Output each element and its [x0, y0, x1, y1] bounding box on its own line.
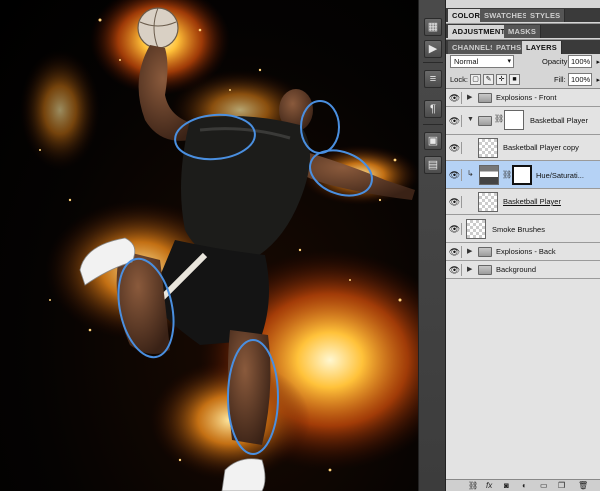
layer-mask-thumbnail[interactable] — [504, 110, 524, 130]
layer-row[interactable]: 👁 ▶ Explosions - Front — [446, 89, 600, 107]
layer-thumbnail[interactable] — [478, 192, 498, 212]
blend-mode-select[interactable]: Normal ▾ — [450, 55, 514, 68]
layer-name: Basketball Player copy — [503, 143, 579, 152]
clipping-arrow-icon: ↳ — [467, 169, 474, 178]
panel-dock-toolstrip: ▦ ▶ ≡ ¶ ▣ ▤ — [418, 0, 446, 491]
chain-icon: ⛓ — [494, 114, 505, 123]
eye-icon[interactable]: 👁 — [448, 169, 462, 181]
eye-icon[interactable]: 👁 — [448, 196, 462, 208]
eye-icon[interactable]: 👁 — [448, 142, 462, 154]
navigator-icon[interactable]: ▣ — [424, 132, 442, 150]
chain-icon: ⛓ — [502, 170, 513, 179]
artwork — [20, 0, 418, 491]
layer-name: Explosions - Front — [496, 93, 557, 102]
history-icon[interactable]: ≡ — [424, 70, 442, 88]
opacity-field[interactable]: 100% ▸ — [568, 55, 600, 68]
layer-thumbnail[interactable] — [478, 138, 498, 158]
link-layers-icon[interactable]: ⛓ — [468, 480, 478, 491]
color-panel-tabs: COLOR SWATCHES STYLES — [446, 8, 600, 22]
layer-name: Basketball Player — [503, 197, 561, 206]
expand-triangle-icon[interactable]: ▶ — [467, 93, 472, 101]
paragraph-icon[interactable]: ¶ — [424, 100, 442, 118]
collapse-triangle-icon[interactable]: ▼ — [467, 116, 474, 123]
layer-row[interactable]: 👁 ▼ ⛓ Basketball Player — [446, 107, 600, 135]
layer-row[interactable]: 👁 Smoke Brushes — [446, 215, 600, 243]
new-group-icon[interactable]: ▭ — [540, 480, 548, 491]
lock-transparent-icon[interactable]: ▢ — [470, 74, 481, 85]
tab-swatches[interactable]: SWATCHES — [480, 9, 533, 22]
layer-name: Smoke Brushes — [492, 225, 545, 234]
layer-name: Basketball Player — [530, 116, 588, 125]
chevron-right-icon[interactable]: ▸ — [596, 75, 600, 86]
tab-masks[interactable]: MASKS — [504, 25, 542, 38]
toolstrip-divider — [423, 124, 443, 125]
layer-row[interactable]: 👁 ↳ ⛓ Hue/Saturati... — [446, 161, 600, 189]
lock-icon[interactable]: ■ — [509, 74, 520, 85]
layers-bottom-bar: ⛓ fx ◙ ◐ ▭ ❐ 🗑 — [446, 479, 600, 491]
folder-icon — [478, 116, 492, 126]
fill-field[interactable]: 100% ▸ — [568, 73, 600, 86]
layer-name: Hue/Saturati... — [536, 171, 584, 180]
document-canvas[interactable] — [0, 0, 418, 491]
folder-icon — [478, 93, 492, 103]
lock-position-icon[interactable]: ✛ — [496, 74, 507, 85]
new-layer-icon[interactable]: ❐ — [558, 480, 565, 491]
eye-icon[interactable]: 👁 — [448, 246, 462, 258]
lock-label: Lock: — [450, 75, 468, 84]
opacity-value: 100% — [571, 57, 591, 66]
basketball — [137, 7, 179, 49]
folder-icon — [478, 247, 492, 257]
layer-row[interactable]: 👁 ▶ Explosions - Back — [446, 243, 600, 261]
layers-panel-tabs: CHANNELS PATHS LAYERS — [446, 40, 600, 54]
blend-mode-value: Normal — [454, 57, 479, 66]
layer-name: Background — [496, 265, 537, 274]
layer-name: Explosions - Back — [496, 247, 556, 256]
eye-icon[interactable]: 👁 — [448, 264, 462, 276]
chevron-right-icon[interactable]: ▸ — [596, 57, 600, 68]
opacity-label: Opacity: — [542, 57, 570, 66]
expand-triangle-icon[interactable]: ▶ — [467, 247, 472, 255]
tab-layers[interactable]: LAYERS — [522, 41, 562, 54]
chevron-down-icon: ▾ — [507, 58, 511, 65]
expand-triangle-icon[interactable]: ▶ — [467, 265, 472, 273]
layer-row[interactable]: 👁 Basketball Player copy — [446, 135, 600, 161]
layer-mask-thumbnail[interactable] — [512, 165, 532, 185]
layers-list: 👁 ▶ Explosions - Front 👁 ▼ ⛓ Basketball … — [446, 88, 600, 479]
play-actions-icon[interactable]: ▶ — [424, 40, 442, 58]
add-mask-icon[interactable]: ◙ — [504, 480, 509, 491]
folder-icon — [478, 265, 492, 275]
eye-icon[interactable]: 👁 — [448, 92, 462, 104]
fill-label: Fill: — [554, 75, 566, 84]
lock-image-icon[interactable]: ✎ — [483, 74, 494, 85]
adjustment-icon[interactable] — [479, 165, 499, 185]
adjustments-panel-tabs: ADJUSTMENTS MASKS — [446, 24, 600, 38]
fill-value: 100% — [571, 75, 591, 84]
layer-thumbnail[interactable] — [466, 219, 486, 239]
tab-styles[interactable]: STYLES — [526, 9, 566, 22]
new-adjustment-icon[interactable]: ◐ — [522, 480, 527, 491]
eye-icon[interactable]: 👁 — [448, 115, 462, 127]
panels-column: COLOR SWATCHES STYLES ADJUSTMENTS MASKS … — [446, 0, 600, 491]
layer-style-icon[interactable]: fx — [486, 480, 492, 491]
layer-row[interactable]: 👁 Basketball Player — [446, 189, 600, 215]
info-icon[interactable]: ▤ — [424, 156, 442, 174]
eye-icon[interactable]: 👁 — [448, 223, 462, 235]
photoshop-window: ▦ ▶ ≡ ¶ ▣ ▤ COLOR SWATCHES STYLES ADJUST… — [0, 0, 600, 491]
color-panel-icon[interactable]: ▦ — [424, 18, 442, 36]
layer-row[interactable]: 👁 ▶ Background — [446, 261, 600, 279]
toolstrip-divider — [423, 62, 443, 63]
trash-icon[interactable]: 🗑 — [578, 480, 588, 491]
